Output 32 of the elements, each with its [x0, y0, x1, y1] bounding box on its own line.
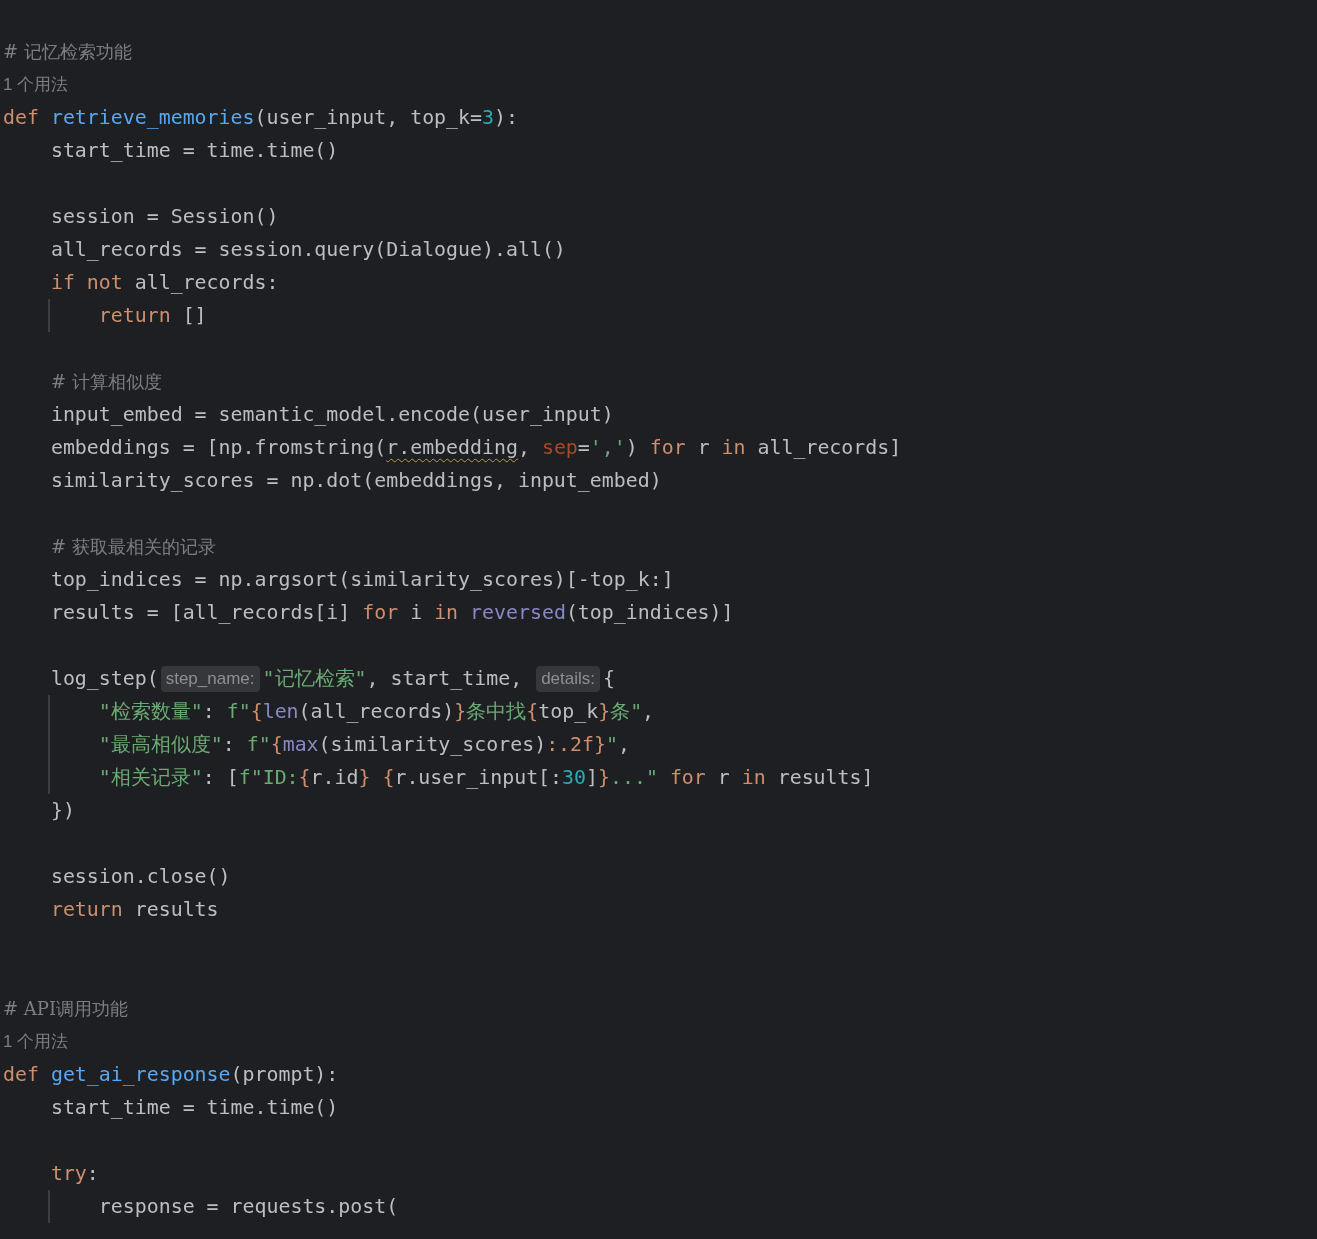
code-text: "相关记录": [f"ID:{r.id} {r.user_input[:30]}..." for r in results]	[98, 765, 874, 791]
code-text: })	[50, 799, 75, 822]
code-text: response = requests.post(	[98, 1195, 399, 1218]
code-text: start_time = time.time()	[50, 139, 339, 162]
inlay-hint: step_name:	[160, 665, 260, 692]
usage-hint[interactable]: 1 个用法	[3, 1030, 69, 1053]
code-text: top_indices = np.argsort(similarity_scores)[-top_k:]	[50, 568, 674, 591]
code-text: session.close()	[50, 865, 231, 888]
code-text: try:	[50, 1162, 99, 1185]
code-comment: # 计算相似度	[50, 369, 162, 394]
code-text: "最高相似度": f"{max(similarity_scores):.2f}",	[98, 732, 630, 758]
code-text: log_step(	[50, 667, 159, 690]
code-text: def retrieve_memories(user_input, top_k=3):	[3, 106, 518, 129]
code-comment: # API调用功能	[3, 996, 129, 1021]
code-text: results = [all_records[i] for i in reversed(top_indices)]	[50, 601, 734, 624]
code-comment: # 记忆检索功能	[3, 39, 132, 64]
code-text: start_time = time.time()	[50, 1096, 339, 1119]
code-text: session = Session()	[50, 205, 279, 228]
code-text: embeddings = [np.fromstring(r.embedding, sep=',') for r in all_records]	[50, 436, 902, 459]
code-text: def get_ai_response(prompt):	[3, 1063, 339, 1086]
code-text: if not all_records:	[50, 271, 279, 294]
code-text: "检索数量": f"{len(all_records)}条中找{top_k}条",	[98, 699, 655, 725]
usage-hint[interactable]: 1 个用法	[3, 73, 69, 96]
code-comment: # 获取最相关的记录	[50, 534, 216, 559]
code-text: {	[603, 667, 615, 690]
code-text: return results	[50, 898, 219, 921]
code-text: input_embed = semantic_model.encode(user_input)	[50, 403, 614, 426]
code-text: "记忆检索", start_time,	[262, 666, 524, 692]
inlay-hint: details:	[536, 665, 600, 692]
code-text: all_records = session.query(Dialogue).all()	[50, 238, 566, 261]
code-text: similarity_scores = np.dot(embeddings, input_embed)	[50, 469, 662, 492]
code-text: return []	[98, 304, 207, 327]
